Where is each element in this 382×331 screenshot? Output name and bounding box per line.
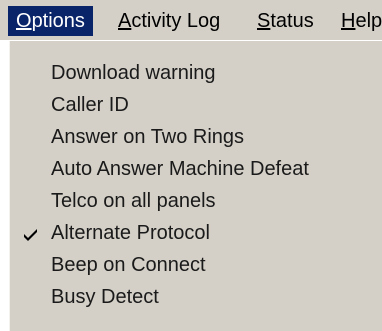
menu-item-caller-id[interactable]: Caller ID (9, 89, 379, 121)
menu-item-answer-on-two-rings[interactable]: Answer on Two Rings (9, 121, 379, 153)
menu-item-label: Answer on Two Rings (51, 126, 245, 148)
menu-activity-log-accelerator: A (118, 10, 132, 32)
menu-activity-log[interactable]: Activity Log (110, 6, 228, 36)
menu-status[interactable]: Status (249, 6, 322, 36)
menu-status-label: tatus (270, 10, 314, 32)
menu-help[interactable]: Help (333, 6, 382, 36)
menu-item-label: Auto Answer Machine Defeat (51, 158, 309, 180)
menu-help-accelerator: H (341, 10, 356, 32)
menu-item-label: Busy Detect (51, 286, 159, 308)
options-dropdown-menu: Download warning Caller ID Answer on Two… (8, 40, 382, 331)
menu-item-telco-on-all-panels[interactable]: Telco on all panels (9, 185, 379, 217)
menu-options-accelerator: O (16, 10, 32, 32)
menu-item-busy-detect[interactable]: Busy Detect (9, 281, 379, 313)
menu-help-label: elp (355, 10, 382, 32)
menu-item-alternate-protocol[interactable]: Alternate Protocol (9, 217, 379, 249)
menu-activity-log-label: ctivity Log (131, 10, 221, 32)
menu-options-label: ptions (31, 10, 85, 32)
menu-item-beep-on-connect[interactable]: Beep on Connect (9, 249, 379, 281)
menu-item-auto-answer-machine-defeat[interactable]: Auto Answer Machine Defeat (9, 153, 379, 185)
menu-bar: Options Activity Log Status Help (0, 0, 382, 40)
menu-item-label: Beep on Connect (51, 254, 206, 276)
menu-item-label: Alternate Protocol (51, 222, 210, 244)
menu-item-label: Download warning (51, 62, 216, 84)
menu-options[interactable]: Options (8, 6, 93, 36)
menu-item-label: Telco on all panels (51, 190, 216, 212)
checkmark-icon (23, 217, 45, 249)
menu-item-download-warning[interactable]: Download warning (9, 57, 379, 89)
menu-item-label: Caller ID (51, 94, 129, 116)
menu-status-accelerator: S (257, 10, 271, 32)
